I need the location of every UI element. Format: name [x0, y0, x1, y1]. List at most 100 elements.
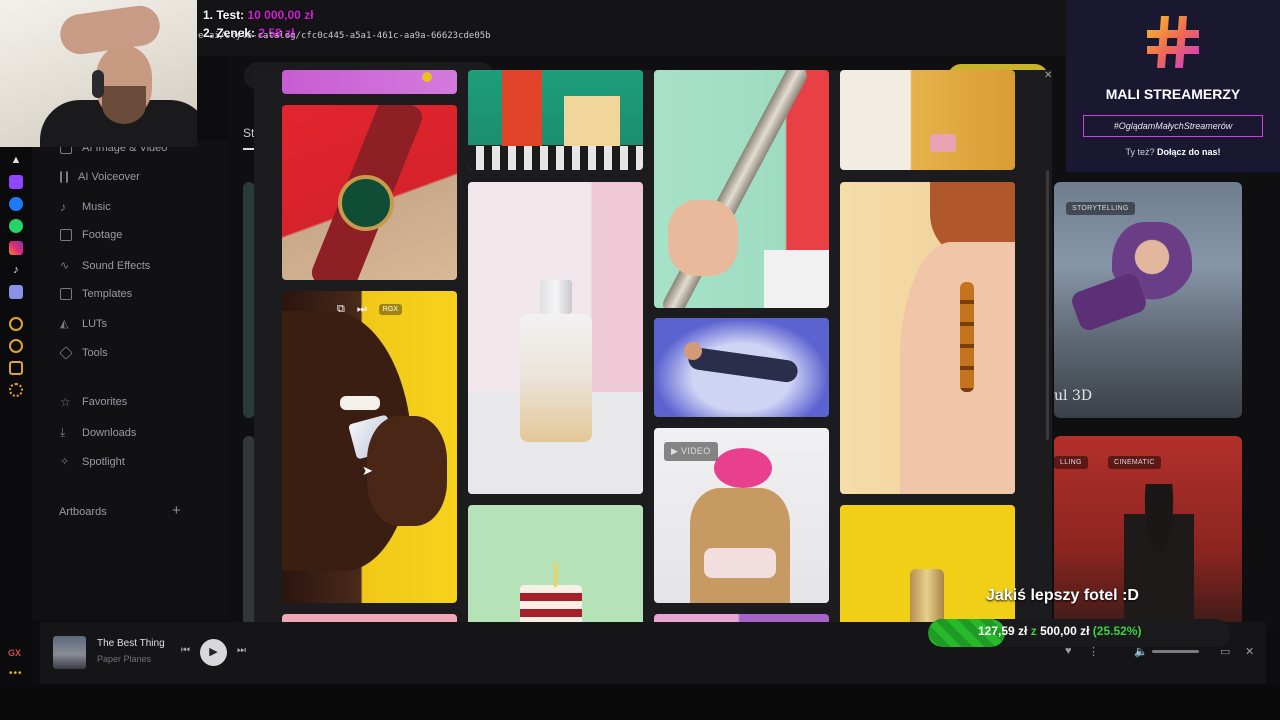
rgx-button[interactable]: RGX — [378, 304, 402, 315]
taskbar-strip — [0, 686, 1280, 720]
tile-actions: ⧉ ⏭ RGX — [337, 303, 402, 316]
url-fragment: e-ai/style-catalog/cfc0c445-a5a1-461c-aa… — [198, 31, 491, 41]
gx-label[interactable]: GX — [8, 648, 21, 658]
rank-label: 1. Test: — [203, 8, 245, 22]
panel-title: MALI STREAMERZY — [1105, 86, 1241, 102]
cape — [1069, 271, 1149, 333]
player-icon[interactable] — [9, 317, 23, 331]
card-title: ul 3D — [1054, 388, 1093, 404]
whatsapp-icon[interactable] — [9, 219, 23, 233]
messenger-icon[interactable] — [9, 197, 23, 211]
sidebar-item-tools[interactable]: Tools — [59, 346, 108, 360]
sidebar-item-spotlight[interactable]: ✧ Spotlight — [60, 455, 125, 469]
close-icon[interactable]: ✕ — [1044, 70, 1052, 81]
modal-scrollbar[interactable] — [1046, 170, 1049, 440]
sidebar-item-sound-effects[interactable]: ∿ Sound Effects — [60, 259, 150, 273]
sidebar-item-label: Music — [82, 201, 111, 213]
music-note-icon: ♪ — [60, 200, 66, 214]
rank-1: 1. Test: 10 000,00 zł — [203, 6, 314, 24]
tag-storytelling: STORYTELLING — [1066, 202, 1135, 215]
sidebar-item-label: LUTs — [82, 317, 108, 330]
image-tile-flute[interactable] — [654, 70, 829, 308]
join-prefix: Ty też? — [1125, 147, 1155, 157]
extensions-icon[interactable] — [9, 361, 23, 375]
tab-fragment[interactable]: St — [243, 126, 254, 140]
image-tile-blinds[interactable] — [840, 70, 1015, 170]
image-tile-woman-pink-hair[interactable]: ▶ VIDEO — [654, 428, 829, 603]
sleeve — [764, 250, 829, 308]
join-text: Ty też? Dołącz do nas! — [1066, 147, 1280, 157]
history-icon[interactable] — [9, 339, 23, 353]
person-beard — [102, 86, 146, 124]
settings-icon[interactable] — [9, 383, 23, 397]
yellow-ball — [422, 72, 432, 82]
album-art — [53, 636, 86, 669]
image-tile-lips[interactable]: ⧉ ⏭ RGX ➤ — [282, 291, 457, 603]
image-tile-kitchen[interactable] — [468, 70, 643, 170]
goal-percent: (25.52%) — [1092, 624, 1142, 638]
teeth — [340, 396, 380, 410]
sidebar-item-label: Templates — [82, 288, 133, 300]
image-tile-perfume[interactable] — [468, 182, 643, 494]
volume-slider[interactable] — [1152, 650, 1199, 653]
hashtag-box: #OglądamMałychStreamerów — [1083, 115, 1263, 137]
rank-amount: 10 000,00 zł — [247, 8, 314, 22]
goal-separator: z — [1030, 624, 1037, 638]
image-tile-earring[interactable] — [840, 182, 1015, 494]
image-tile-watch[interactable] — [282, 105, 457, 280]
discord-icon[interactable] — [9, 285, 23, 299]
goal-target: 500,00 zł — [1040, 624, 1090, 638]
copy-icon[interactable]: ⧉ — [337, 303, 345, 316]
sidebar-item-label: Footage — [82, 229, 123, 241]
cursor-icon: ➤ — [362, 463, 373, 478]
join-cta: Dołącz do nas! — [1157, 147, 1221, 157]
webcam-overlay — [0, 0, 197, 147]
sidebar-item-music[interactable]: ♪ Music — [60, 200, 111, 214]
sidebar-item-label: Tools — [82, 347, 108, 359]
goal-current: 127,59 zł — [978, 624, 1028, 638]
box-icon — [59, 346, 73, 360]
instagram-icon[interactable] — [9, 241, 23, 255]
cabinet — [564, 96, 620, 146]
tiktok-icon[interactable]: ♪ — [9, 263, 23, 277]
aria-icon[interactable]: ▲ — [9, 153, 23, 167]
image-tile-purple-top[interactable] — [282, 70, 457, 94]
more-options-icon[interactable]: ••• — [9, 668, 23, 679]
twitch-icon[interactable] — [9, 175, 23, 189]
fast-forward-icon[interactable]: ⏭ — [357, 303, 367, 316]
cowboy-figure — [1124, 484, 1194, 630]
next-track-icon[interactable]: ⏭ — [237, 645, 246, 656]
close-player-icon[interactable]: ✕ — [1245, 645, 1254, 658]
sidebar-item-downloads[interactable]: ⤓ Downloads — [60, 425, 136, 440]
add-artboard-button[interactable]: + — [172, 502, 181, 519]
top-garment — [704, 548, 776, 578]
previous-track-icon[interactable]: ⏮ — [181, 645, 190, 656]
floor-checker — [468, 146, 643, 170]
sidebar-item-label: AI Voiceover — [78, 171, 140, 183]
red-fridge — [502, 70, 542, 146]
goal-title: Jakiś lepszy fotel :D — [986, 587, 1139, 604]
headphones-icon — [92, 70, 104, 98]
miniplayer-icon[interactable]: ▭ — [1220, 645, 1230, 658]
perfume-cap — [540, 280, 572, 314]
earring — [960, 282, 974, 392]
watch-face — [338, 175, 394, 231]
card-storytelling[interactable]: STORYTELLING ul 3D — [1054, 182, 1242, 418]
style-catalog-modal: ⧉ ⏭ RGX ➤ ▶ VIDEO — [254, 70, 1052, 665]
image-tile-man-lying[interactable] — [654, 318, 829, 417]
app-sidebar: AI Image & Video AI Voiceover ♪ Music Fo… — [32, 140, 228, 620]
spotlight-icon: ✧ — [60, 456, 70, 468]
torso — [690, 488, 790, 603]
sidebar-item-footage[interactable]: Footage — [60, 229, 122, 241]
sidebar-item-favorites[interactable]: ☆ Favorites — [60, 395, 127, 409]
man-figure — [687, 346, 799, 384]
man-head — [684, 342, 702, 360]
template-icon — [60, 288, 72, 300]
play-button[interactable]: ▶ — [200, 639, 227, 666]
sidebar-item-ai-voiceover[interactable]: AI Voiceover — [60, 171, 140, 183]
sidebar-item-luts[interactable]: ◭ LUTs — [60, 317, 108, 331]
track-title: The Best Thing — [97, 638, 165, 649]
sidebar-item-label: Downloads — [82, 426, 137, 439]
hashtag-logo-icon — [1147, 16, 1199, 68]
sidebar-item-templates[interactable]: Templates — [60, 288, 132, 300]
